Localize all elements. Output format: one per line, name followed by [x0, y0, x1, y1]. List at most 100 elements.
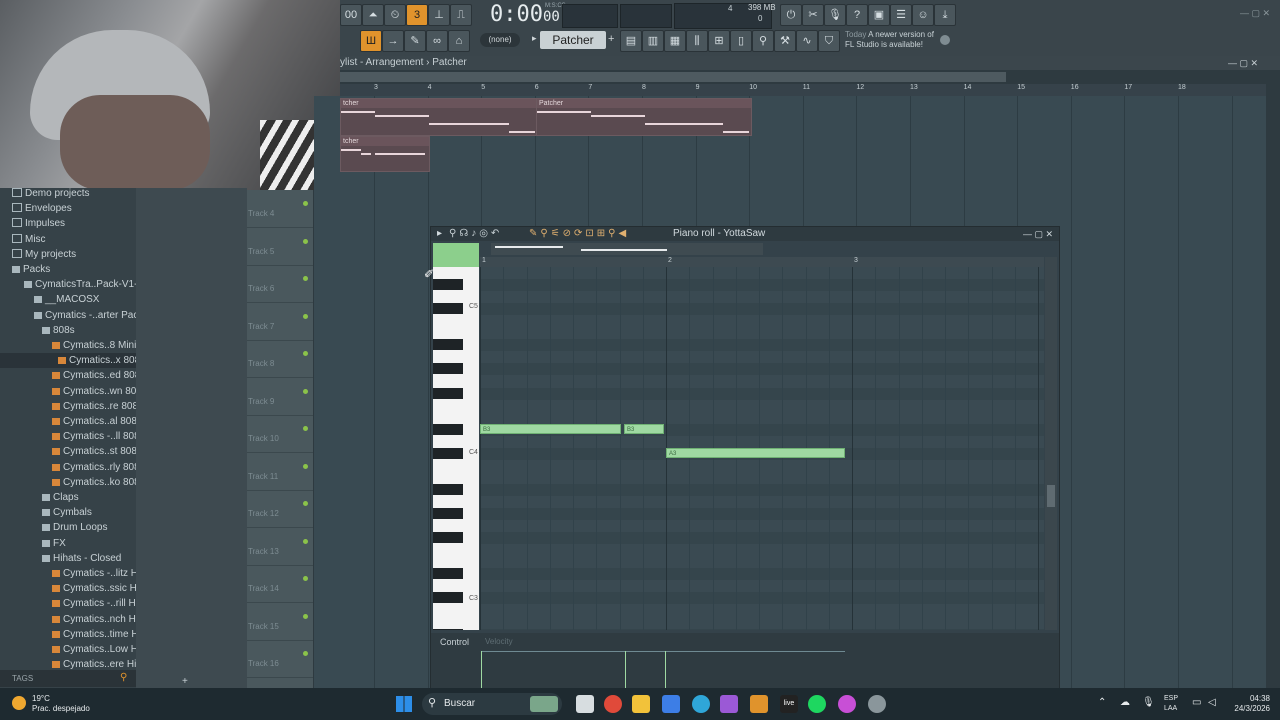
- track-header[interactable]: Track 12: [247, 490, 313, 528]
- download-icon[interactable]: ⤓: [934, 4, 956, 26]
- black-key[interactable]: [433, 447, 463, 459]
- track-header[interactable]: Track 6: [247, 265, 313, 303]
- window-controls[interactable]: — ▢ ✕: [1240, 8, 1270, 19]
- track-header[interactable]: Track 7: [247, 303, 313, 341]
- store-icon[interactable]: [662, 695, 680, 713]
- track-header[interactable]: Track 16: [247, 640, 313, 678]
- track-mute-led[interactable]: [303, 501, 308, 506]
- arrow-icon[interactable]: →: [382, 30, 404, 52]
- cut-icon[interactable]: ✂: [802, 4, 824, 26]
- piano-roll-icon[interactable]: ▥: [642, 30, 664, 52]
- taskbar-clock[interactable]: 04:38 24/3/2026: [1222, 694, 1270, 714]
- velocity-bar[interactable]: [625, 651, 626, 689]
- tools-icon[interactable]: ⚒: [774, 30, 796, 52]
- fl-studio-icon[interactable]: [750, 695, 768, 713]
- black-key[interactable]: [433, 628, 463, 630]
- track-mute-led[interactable]: [303, 313, 308, 319]
- metronome-icon[interactable]: ⏲: [384, 4, 406, 26]
- mic-icon[interactable]: 🎙: [824, 4, 846, 26]
- black-key[interactable]: [433, 568, 463, 580]
- playlist-icon[interactable]: ▤: [620, 30, 642, 52]
- save-icon[interactable]: ▣: [868, 4, 890, 26]
- track-header[interactable]: Track 14: [247, 565, 313, 603]
- track-mute-led[interactable]: [303, 538, 308, 544]
- record-mode-icon[interactable]: ⎍: [450, 4, 472, 26]
- snap-select[interactable]: (none): [480, 33, 520, 47]
- browser-item[interactable]: Envelopes: [0, 201, 148, 216]
- scroll-thumb[interactable]: [1047, 485, 1055, 507]
- spotify-icon[interactable]: [808, 695, 826, 713]
- track-header[interactable]: Track 11: [247, 453, 313, 491]
- mixer-icon[interactable]: ☰: [890, 4, 912, 26]
- scroll-thumb[interactable]: [495, 246, 563, 248]
- track-header[interactable]: Track 5: [247, 228, 313, 266]
- track-mute-led[interactable]: [303, 576, 308, 581]
- cloud-icon[interactable]: ☁: [1120, 697, 1130, 708]
- midi-note[interactable]: B3: [480, 424, 621, 434]
- track-header[interactable]: Track 8: [247, 340, 313, 378]
- chat-icon[interactable]: ☺: [912, 4, 934, 26]
- weather-icon[interactable]: [12, 696, 26, 710]
- copilot-icon[interactable]: [720, 695, 738, 713]
- piano-roll-vertical-scrollbar[interactable]: [1045, 257, 1057, 630]
- taskbar-search[interactable]: ⚲ Buscar: [422, 693, 562, 715]
- file-explorer-icon[interactable]: [632, 695, 650, 713]
- piano-roll-title-bar[interactable]: ▸ ⚲☊♪◎↶ ✎⚲⚟⊘⟳⊡⊞⚲◀ Piano roll - YottaSaw …: [431, 227, 1059, 241]
- help-icon[interactable]: ?: [846, 4, 868, 26]
- pattern-selector-box[interactable]: [620, 4, 672, 28]
- wave-icon[interactable]: ∿: [796, 30, 818, 52]
- settings-icon[interactable]: [868, 695, 886, 713]
- pattern-clip[interactable]: tcher: [340, 98, 538, 136]
- black-key[interactable]: [433, 508, 463, 519]
- black-key[interactable]: [433, 483, 463, 495]
- power-icon[interactable]: ⏻: [780, 4, 802, 26]
- black-key[interactable]: [433, 279, 463, 291]
- pattern-clip[interactable]: tcher: [340, 136, 430, 172]
- pattern-mode-icon[interactable]: ⏶: [362, 4, 384, 26]
- track-mute-led[interactable]: [303, 238, 308, 244]
- black-key[interactable]: [433, 339, 463, 351]
- link-icon[interactable]: ∞: [426, 30, 448, 52]
- tray-chevron-icon[interactable]: ⌃: [1098, 697, 1106, 708]
- black-key[interactable]: [433, 423, 463, 435]
- browser-item[interactable]: Misc: [0, 232, 148, 247]
- track-mute-led[interactable]: [303, 351, 308, 356]
- network-icon[interactable]: ▭: [1192, 697, 1201, 708]
- velocity-bar[interactable]: [665, 651, 666, 689]
- cart-icon[interactable]: ⛉: [818, 30, 840, 52]
- task-view-icon[interactable]: [576, 695, 594, 713]
- tempo-box[interactable]: [562, 4, 618, 28]
- mixer-view-icon[interactable]: ⫼: [686, 30, 708, 52]
- mic-tray-icon[interactable]: 🎙: [1142, 697, 1155, 708]
- track-header[interactable]: Track 13: [247, 528, 313, 566]
- track-header[interactable]: Track 10: [247, 415, 313, 453]
- track-mute-led[interactable]: [303, 388, 308, 394]
- edge-icon[interactable]: [692, 695, 710, 713]
- tags-bar[interactable]: TAGS ⚲: [0, 670, 136, 687]
- black-key[interactable]: [433, 303, 463, 315]
- browser-item[interactable]: My projects: [0, 247, 148, 262]
- globe-icon[interactable]: [940, 35, 950, 45]
- track-mute-led[interactable]: [303, 463, 308, 469]
- news-panel[interactable]: Today A newer version of FL Studio is av…: [845, 30, 945, 50]
- channel-rack-icon[interactable]: ▦: [664, 30, 686, 52]
- scroll-thumb[interactable]: [581, 249, 667, 251]
- pattern-prev-icon[interactable]: ▸: [532, 33, 538, 47]
- midi-note[interactable]: A3: [666, 448, 845, 458]
- browser-item[interactable]: Impulses: [0, 216, 148, 231]
- velocity-bar[interactable]: [481, 651, 482, 689]
- black-key[interactable]: [433, 387, 463, 399]
- browser-item[interactable]: Packs: [0, 262, 148, 277]
- pattern-name-field[interactable]: Patcher: [540, 31, 606, 49]
- chrome-icon[interactable]: [604, 695, 622, 713]
- track-header[interactable]: Track 9: [247, 378, 313, 416]
- track-header[interactable]: Track 15: [247, 603, 313, 641]
- track-mute-led[interactable]: [303, 201, 308, 206]
- browser-icon[interactable]: ⊞: [708, 30, 730, 52]
- windows-start-icon[interactable]: [396, 696, 412, 712]
- pencil-icon[interactable]: ✎: [404, 30, 426, 52]
- piano-roll-grid[interactable]: B3 B3 A3: [480, 267, 1044, 630]
- track-mute-led[interactable]: [303, 426, 308, 431]
- playlist-horizontal-scrollbar[interactable]: [340, 72, 1006, 82]
- volume-icon[interactable]: ◁: [1208, 697, 1216, 708]
